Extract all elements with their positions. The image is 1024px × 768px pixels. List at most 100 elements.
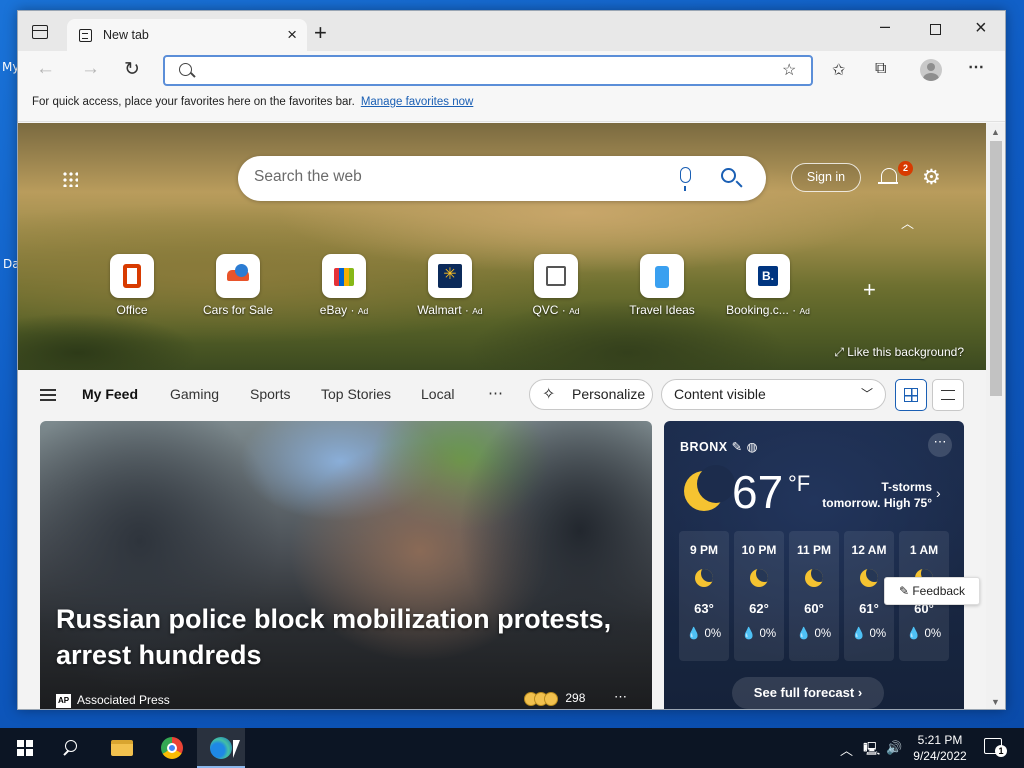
notifications-bell-icon[interactable] bbox=[878, 168, 898, 184]
hour-precip-value: 0% bbox=[759, 628, 777, 640]
profile-avatar[interactable] bbox=[920, 59, 942, 81]
folder-icon bbox=[111, 740, 133, 756]
navigation-toolbar: ← → ↻ ☆ ✩ ⧉ ⋯ bbox=[18, 51, 1005, 91]
quick-link-qvc[interactable]: QVC · Ad bbox=[508, 254, 604, 317]
chevron-right-icon[interactable]: › bbox=[936, 485, 941, 501]
list-icon bbox=[941, 390, 955, 400]
weather-card[interactable]: BRONX ✎ ◍ ⋯ 67 °F T-storms tomorrow. High… bbox=[664, 421, 964, 709]
volume-icon[interactable]: 🔊 bbox=[886, 740, 902, 756]
close-button[interactable]: × bbox=[975, 17, 987, 40]
tab-gaming[interactable]: Gaming bbox=[170, 386, 219, 402]
add-favorite-icon[interactable]: ☆ bbox=[782, 60, 796, 80]
quick-link-office[interactable]: Office bbox=[84, 254, 180, 317]
new-tab-button[interactable]: + bbox=[314, 20, 327, 46]
tab-sports[interactable]: Sports bbox=[250, 386, 290, 402]
quick-link-walmart[interactable]: ✳ Walmart · Ad bbox=[402, 254, 498, 317]
content-visibility-value: Content visible bbox=[674, 386, 766, 402]
scroll-up-arrow[interactable]: ▲ bbox=[991, 127, 1000, 137]
network-icon[interactable]: 🖳 bbox=[863, 740, 880, 762]
hour-temp: 62° bbox=[749, 601, 769, 616]
quick-link-travel-ideas[interactable]: Travel Ideas bbox=[614, 254, 710, 317]
address-input[interactable] bbox=[205, 60, 765, 80]
app-launcher-icon[interactable] bbox=[62, 171, 78, 187]
show-hidden-icons[interactable]: ︿ bbox=[840, 740, 853, 759]
quick-link-label: eBay bbox=[319, 303, 348, 317]
feedback-button[interactable]: ✎ Feedback bbox=[884, 577, 980, 605]
full-forecast-label: See full forecast bbox=[753, 685, 855, 700]
personalize-button[interactable]: ✧ Personalize bbox=[529, 379, 653, 410]
reactions[interactable]: 298 bbox=[524, 691, 585, 706]
forecast-summary[interactable]: T-storms tomorrow. High 75° bbox=[822, 479, 932, 511]
hourly-forecast[interactable]: 9 PM 63° 💧 0% bbox=[679, 531, 729, 661]
quick-link-booking[interactable]: B. Booking.c... · Ad bbox=[720, 254, 816, 317]
minimize-button[interactable]: – bbox=[880, 16, 890, 37]
refresh-button[interactable]: ↻ bbox=[124, 58, 140, 81]
vertical-scrollbar[interactable]: ▲ ▼ bbox=[986, 123, 1005, 709]
microphone-icon[interactable] bbox=[680, 167, 691, 191]
forward-button[interactable]: → bbox=[81, 58, 100, 80]
scrollbar-thumb[interactable] bbox=[990, 141, 1002, 396]
add-quick-link-button[interactable]: + bbox=[863, 277, 876, 303]
temperature-unit[interactable]: °F bbox=[788, 471, 810, 497]
hour-precip-value: 0% bbox=[924, 628, 942, 640]
tab-close-icon[interactable]: × bbox=[287, 25, 297, 45]
sign-in-button[interactable]: Sign in bbox=[791, 163, 861, 192]
web-search-box[interactable] bbox=[238, 156, 766, 201]
tab-top-stories[interactable]: Top Stories bbox=[321, 386, 391, 402]
back-button[interactable]: ← bbox=[36, 58, 55, 80]
system-clock[interactable]: 5:21 PM 9/24/2022 bbox=[906, 732, 974, 764]
more-tabs-icon[interactable]: ⋯ bbox=[488, 384, 504, 402]
news-card[interactable]: Russian police block mobilization protes… bbox=[40, 421, 652, 709]
hourly-forecast[interactable]: 10 PM 62° 💧 0% bbox=[734, 531, 784, 661]
collections-icon[interactable]: ⧉ bbox=[875, 60, 886, 78]
ad-label: Ad bbox=[799, 306, 810, 316]
tab-new-tab[interactable]: New tab × bbox=[67, 19, 307, 51]
gear-icon[interactable]: ⚙ bbox=[922, 165, 941, 190]
tab-my-feed[interactable]: My Feed bbox=[82, 386, 138, 402]
globe-icon[interactable]: ◍ bbox=[747, 440, 758, 454]
quick-link-ebay[interactable]: eBay · Ad bbox=[296, 254, 392, 317]
mouse-cursor bbox=[233, 740, 240, 758]
news-headline[interactable]: Russian police block mobilization protes… bbox=[56, 601, 636, 673]
chrome-taskbar-button[interactable] bbox=[148, 728, 196, 768]
quick-link-cars-for-sale[interactable]: Cars for Sale bbox=[190, 254, 286, 317]
tab-actions-icon[interactable] bbox=[32, 25, 48, 39]
weather-more-icon[interactable]: ⋯ bbox=[928, 433, 952, 457]
see-full-forecast-button[interactable]: See full forecast › bbox=[732, 677, 884, 709]
content-visibility-dropdown[interactable]: Content visible ﹀ bbox=[661, 379, 886, 410]
reaction-icon bbox=[544, 691, 558, 706]
settings-more-icon[interactable]: ⋯ bbox=[968, 57, 984, 77]
list-view-button[interactable] bbox=[932, 379, 964, 411]
like-background-link[interactable]: ⤢ Like this background? bbox=[834, 345, 964, 360]
chevron-up-icon[interactable]: ︿ bbox=[901, 213, 914, 232]
grid-view-button[interactable] bbox=[895, 379, 927, 411]
search-icon[interactable] bbox=[721, 168, 736, 183]
weather-location[interactable]: BRONX ✎ ◍ bbox=[680, 439, 758, 454]
scroll-down-arrow[interactable]: ▼ bbox=[991, 697, 1000, 707]
address-bar[interactable]: ☆ bbox=[163, 55, 813, 86]
hour-precip-value: 0% bbox=[814, 628, 832, 640]
tab-local[interactable]: Local bbox=[421, 386, 454, 402]
edge-icon bbox=[210, 737, 232, 759]
menu-icon[interactable] bbox=[40, 389, 56, 401]
web-search-input[interactable] bbox=[254, 168, 654, 186]
title-bar: New tab × + – × bbox=[18, 11, 1005, 51]
hour-precip-value: 0% bbox=[869, 628, 887, 640]
search-taskbar-button[interactable] bbox=[48, 728, 96, 768]
favorites-icon[interactable]: ✩ bbox=[832, 60, 845, 80]
news-source[interactable]: AP Associated Press bbox=[56, 693, 170, 708]
moon-icon bbox=[695, 569, 713, 587]
windows-start-icon[interactable] bbox=[17, 740, 33, 756]
manage-favorites-link[interactable]: Manage favorites now bbox=[361, 96, 474, 108]
file-explorer-taskbar-button[interactable] bbox=[98, 728, 146, 768]
hourly-forecast[interactable]: 11 PM 60° 💧 0% bbox=[789, 531, 839, 661]
hour-temp: 63° bbox=[694, 601, 714, 616]
hour-time: 9 PM bbox=[689, 543, 718, 557]
news-more-icon[interactable]: ⋯ bbox=[614, 689, 627, 705]
maximize-button[interactable] bbox=[930, 24, 941, 35]
edit-icon[interactable]: ✎ bbox=[732, 440, 743, 454]
moon-icon bbox=[860, 569, 878, 587]
ad-label: Ad bbox=[472, 306, 483, 316]
ad-label: Ad bbox=[357, 306, 369, 316]
action-center-icon[interactable]: 1 bbox=[984, 738, 1007, 757]
